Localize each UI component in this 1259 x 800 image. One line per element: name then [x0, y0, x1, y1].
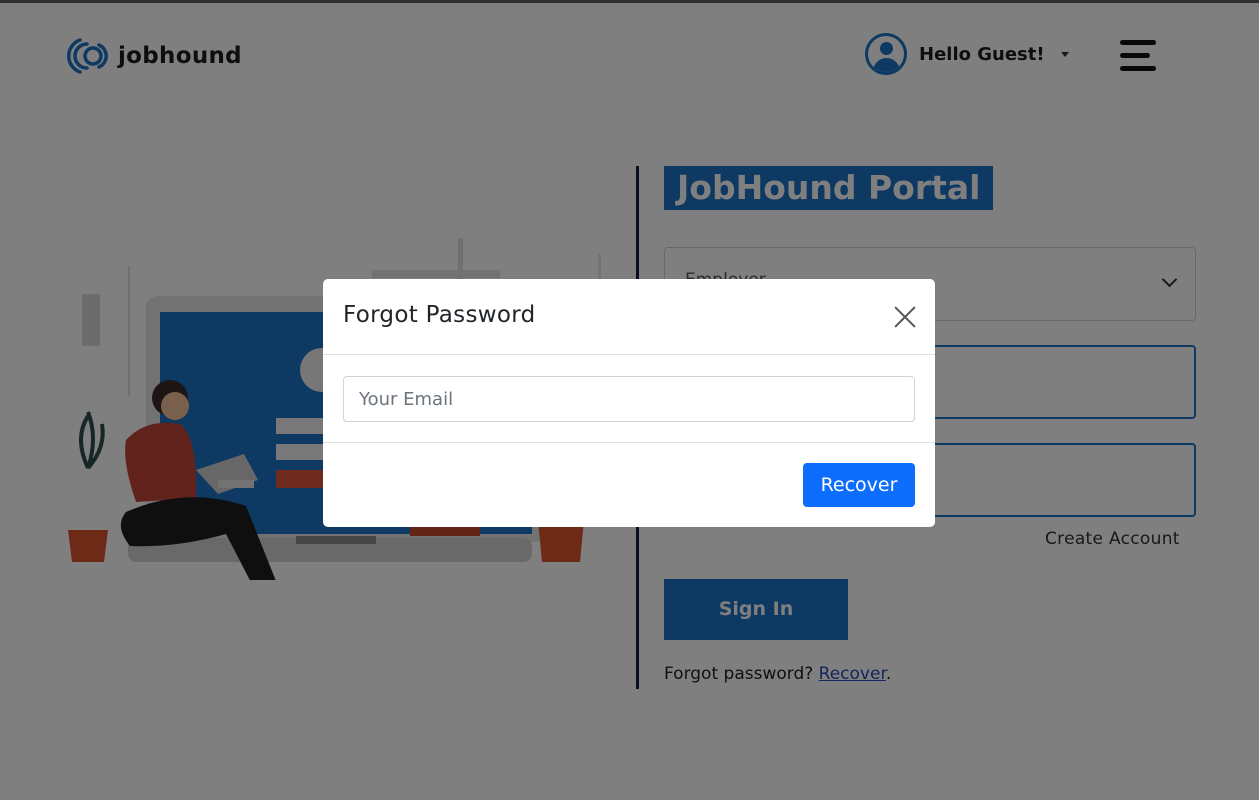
modal-title: Forgot Password — [343, 302, 536, 328]
forgot-password-modal: Forgot Password Recover — [323, 279, 935, 527]
recover-button[interactable]: Recover — [803, 463, 915, 507]
recovery-email-input[interactable] — [343, 376, 915, 422]
close-icon[interactable] — [891, 303, 919, 331]
modal-header: Forgot Password — [323, 279, 935, 355]
modal-body — [323, 355, 935, 443]
